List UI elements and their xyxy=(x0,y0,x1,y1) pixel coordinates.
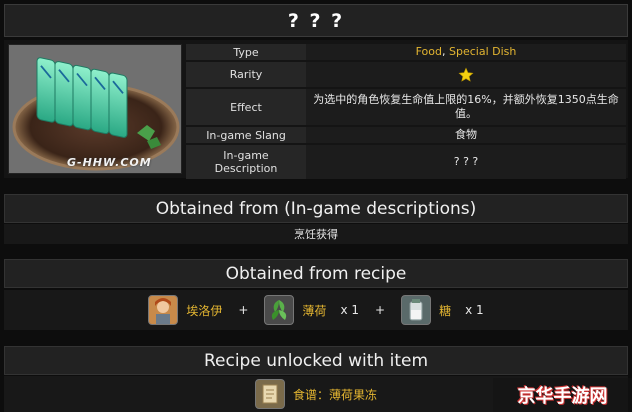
recipe-ingredient[interactable]: 埃洛伊 xyxy=(148,295,222,325)
ingredient-name[interactable]: 薄荷 xyxy=(302,302,326,319)
type-value: Food, Special Dish xyxy=(306,44,626,60)
mint-icon-art xyxy=(272,300,287,320)
site-brand-watermark: 京华手游网 xyxy=(493,378,632,412)
description-label-line2: Description xyxy=(214,162,278,175)
unlock-item-name[interactable]: 食谱：薄荷果冻 xyxy=(293,386,377,403)
recipe-ingredient[interactable]: 糖 x 1 xyxy=(401,295,484,325)
rarity-value xyxy=(306,62,626,87)
ingredient-name[interactable]: 埃洛伊 xyxy=(186,302,222,319)
sugar-icon xyxy=(401,295,432,325)
slang-value: 食物 xyxy=(306,127,626,143)
description-label-line1: In-game xyxy=(223,149,269,162)
type-label: Type xyxy=(186,44,306,60)
effect-value: 为选中的角色恢复生命值上限的16%，并额外恢复1350点生命值。 xyxy=(306,89,626,125)
slang-label: In-game Slang xyxy=(186,127,306,143)
ingredient-quantity: x 1 xyxy=(465,303,484,317)
star-icon xyxy=(458,67,474,82)
effect-label: Effect xyxy=(186,89,306,125)
plus-sign: + xyxy=(375,303,386,317)
mint-icon xyxy=(264,295,295,325)
item-image: G-HHW.COM xyxy=(8,44,182,174)
recipe-heading: Obtained from recipe xyxy=(4,259,628,288)
scroll-icon-art xyxy=(262,384,278,404)
obtained-value: 烹饪获得 xyxy=(4,224,628,244)
page-title: ? ? ? xyxy=(4,4,628,37)
recipe-scroll-icon xyxy=(254,379,285,409)
watermark: G-HHW.COM xyxy=(67,156,152,169)
unlock-item[interactable]: 食谱：薄荷果冻 xyxy=(254,379,377,409)
description-value: ? ? ? xyxy=(306,145,626,179)
character-avatar-icon xyxy=(148,295,179,325)
recipe-ingredient[interactable]: 薄荷 x 1 xyxy=(264,295,359,325)
rarity-label: Rarity xyxy=(186,62,306,87)
type-link-special-dish[interactable]: Special Dish xyxy=(449,45,516,58)
ingredient-name[interactable]: 糖 xyxy=(439,302,451,319)
item-info-panel: G-HHW.COM Type Food, Special Dish Rarity… xyxy=(4,40,628,181)
description-label: In-game Description xyxy=(186,145,306,179)
obtained-heading: Obtained from (In-game descriptions) xyxy=(4,194,628,223)
sugar-icon-art xyxy=(409,299,423,321)
character-icon-art xyxy=(149,296,178,324)
recipe-row: 埃洛伊 + 薄荷 x 1 + 糖 x 1 xyxy=(4,290,628,330)
type-separator: , xyxy=(442,45,450,58)
ingredient-quantity: x 1 xyxy=(340,303,359,317)
mint-jelly-image xyxy=(9,45,181,173)
unlock-heading: Recipe unlocked with item xyxy=(4,346,628,375)
type-link-food[interactable]: Food xyxy=(416,45,442,58)
properties-table: Type Food, Special Dish Rarity Effect 为选… xyxy=(186,42,626,181)
plus-sign: + xyxy=(238,303,249,317)
